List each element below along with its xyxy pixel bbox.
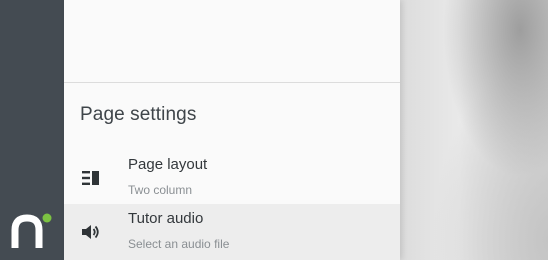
brand-logo[interactable]: [11, 212, 53, 252]
left-rail: [0, 0, 64, 260]
speaker-icon: [82, 225, 99, 239]
page-layout-value: Two column: [128, 183, 193, 197]
background-image: [400, 0, 548, 260]
page-layout-setting[interactable]: Page layout Two column: [64, 150, 400, 206]
section-title: Page settings: [80, 104, 197, 125]
tutor-audio-value: Select an audio file: [128, 237, 230, 251]
tutor-audio-label: Tutor audio: [128, 210, 204, 227]
panel-header-area: [64, 0, 400, 83]
settings-panel: Page settings Page layout Two column Tut…: [64, 0, 400, 260]
two-column-layout-icon: [82, 171, 99, 185]
tutor-audio-setting[interactable]: Tutor audio Select an audio file: [64, 204, 400, 260]
app-window: Page settings Page layout Two column Tut…: [0, 0, 548, 260]
page-layout-label: Page layout: [128, 156, 208, 173]
